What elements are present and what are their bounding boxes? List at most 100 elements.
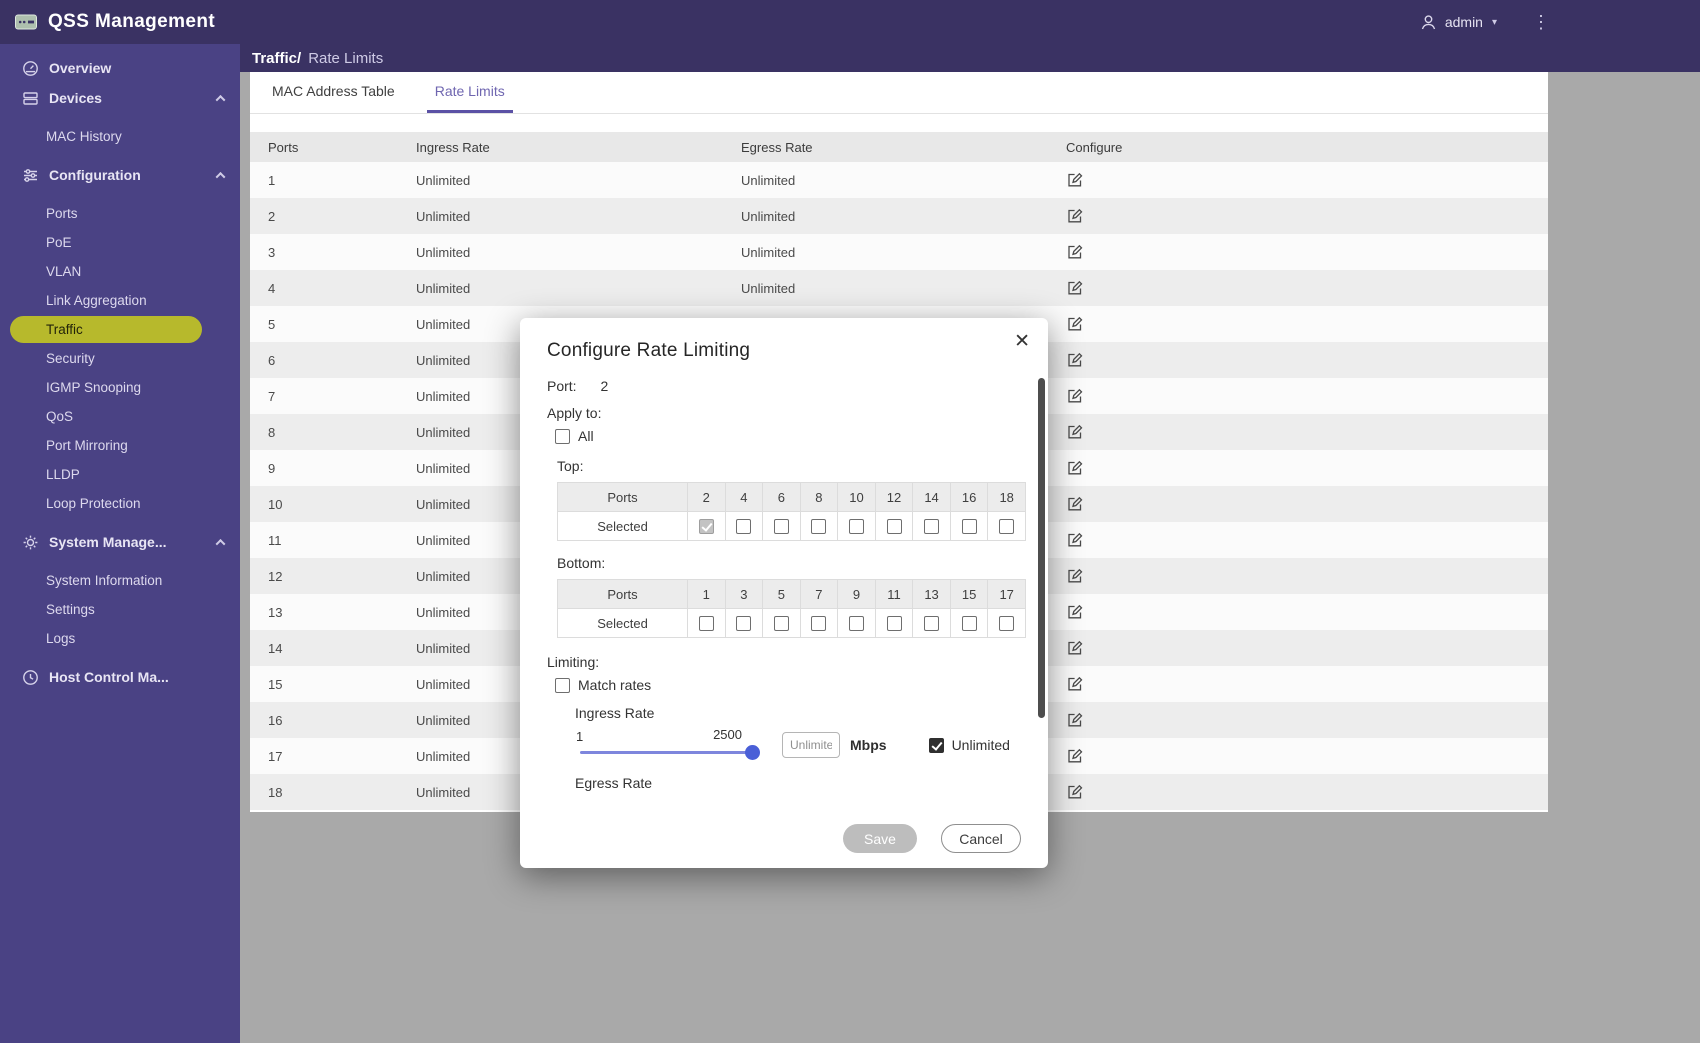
slider-handle[interactable] (745, 745, 760, 760)
port-value: 2 (600, 378, 608, 394)
sidebar-item-qos[interactable]: QoS (0, 402, 240, 431)
port-number: 5 (763, 580, 801, 609)
match-rates-checkbox[interactable] (555, 678, 570, 693)
kebab-menu-icon[interactable]: ⋮ (1532, 12, 1550, 33)
port-checkbox-3[interactable] (736, 616, 751, 631)
port-number: 8 (800, 483, 838, 512)
edit-icon[interactable] (1066, 495, 1084, 513)
breadcrumb-section[interactable]: Traffic/ (252, 50, 301, 67)
sidebar-item-overview[interactable]: Overview (0, 53, 240, 83)
sidebar-item-mac-history[interactable]: MAC History (0, 122, 240, 151)
chevron-down-icon[interactable]: ▾ (1492, 17, 1497, 28)
tab-rate-limits[interactable]: Rate Limits (427, 72, 513, 113)
ports-grid-label: Ports (558, 483, 688, 512)
edit-icon[interactable] (1066, 747, 1084, 765)
port-checkbox-cell (875, 609, 913, 638)
port-checkbox-14[interactable] (924, 519, 939, 534)
port-checkbox-6[interactable] (774, 519, 789, 534)
port-checkbox-18[interactable] (999, 519, 1014, 534)
sidebar-item-logs[interactable]: Logs (0, 624, 240, 653)
sidebar-item-label: Logs (46, 631, 75, 646)
sidebar-item-host-control-ma[interactable]: Host Control Ma... (0, 662, 240, 692)
sidebar-item-label: MAC History (46, 129, 122, 144)
cell-configure (1048, 198, 1548, 234)
sidebar-item-settings[interactable]: Settings (0, 595, 240, 624)
close-icon[interactable]: ✕ (1014, 332, 1030, 351)
sidebar-item-port-mirroring[interactable]: Port Mirroring (0, 431, 240, 460)
sidebar-item-devices[interactable]: Devices (0, 83, 240, 113)
edit-icon[interactable] (1066, 711, 1084, 729)
port-checkbox-10[interactable] (849, 519, 864, 534)
sidebar-item-loop-protection[interactable]: Loop Protection (0, 489, 240, 518)
sidebar-item-security[interactable]: Security (0, 344, 240, 373)
edit-icon[interactable] (1066, 423, 1084, 441)
cell-configure (1048, 378, 1548, 414)
sidebar-item-igmp-snooping[interactable]: IGMP Snooping (0, 373, 240, 402)
port-checkbox-15[interactable] (962, 616, 977, 631)
ingress-rate-controls: 1 2500 Mbps Unlimited (580, 723, 1018, 767)
slider-max-label: 2500 (713, 727, 742, 742)
port-checkbox-8[interactable] (811, 519, 826, 534)
sidebar-item-lldp[interactable]: LLDP (0, 460, 240, 489)
sidebar-item-ports[interactable]: Ports (0, 199, 240, 228)
user-name[interactable]: admin (1445, 14, 1483, 30)
cancel-button[interactable]: Cancel (941, 824, 1021, 853)
port-number: 7 (800, 580, 838, 609)
cell-port: 12 (250, 558, 398, 594)
sidebar-item-traffic[interactable]: Traffic (10, 316, 202, 343)
edit-icon[interactable] (1066, 315, 1084, 333)
ingress-rate-label: Ingress Rate (575, 705, 1018, 721)
sidebar-item-label: QoS (46, 409, 73, 424)
port-checkbox-16[interactable] (962, 519, 977, 534)
save-button[interactable]: Save (843, 824, 917, 853)
cell-configure (1048, 630, 1548, 666)
port-checkbox-5[interactable] (774, 616, 789, 631)
cell-ingress: Unlimited (398, 270, 723, 306)
port-checkbox-9[interactable] (849, 616, 864, 631)
egress-rate-label: Egress Rate (575, 775, 1018, 791)
sidebar-item-link-aggregation[interactable]: Link Aggregation (0, 286, 240, 315)
edit-icon[interactable] (1066, 675, 1084, 693)
sidebar-item-system-information[interactable]: System Information (0, 566, 240, 595)
edit-icon[interactable] (1066, 459, 1084, 477)
modal-scrollbar[interactable] (1038, 378, 1045, 718)
port-checkbox-2[interactable] (699, 519, 714, 534)
sidebar-item-vlan[interactable]: VLAN (0, 257, 240, 286)
port-checkbox-13[interactable] (924, 616, 939, 631)
tab-mac-address-table[interactable]: MAC Address Table (264, 72, 403, 113)
edit-icon[interactable] (1066, 639, 1084, 657)
sidebar-item-configuration[interactable]: Configuration (0, 160, 240, 190)
edit-icon[interactable] (1066, 207, 1084, 225)
edit-icon[interactable] (1066, 171, 1084, 189)
port-checkbox-12[interactable] (887, 519, 902, 534)
port-checkbox-1[interactable] (699, 616, 714, 631)
port-number: 13 (913, 580, 951, 609)
edit-icon[interactable] (1066, 603, 1084, 621)
configuration-icon (22, 167, 39, 184)
port-checkbox-17[interactable] (999, 616, 1014, 631)
port-checkbox-cell (725, 512, 763, 541)
slider-track[interactable] (580, 751, 752, 754)
sidebar-item-poe[interactable]: PoE (0, 228, 240, 257)
port-checkbox-4[interactable] (736, 519, 751, 534)
top-label: Top: (547, 458, 1018, 474)
sidebar-item-label: Host Control Ma... (49, 669, 169, 685)
edit-icon[interactable] (1066, 243, 1084, 261)
sidebar-item-label: Overview (49, 60, 111, 76)
sidebar-item-system-manage[interactable]: System Manage... (0, 527, 240, 557)
all-checkbox[interactable] (555, 429, 570, 444)
sidebar-item-label: LLDP (46, 467, 80, 482)
edit-icon[interactable] (1066, 531, 1084, 549)
edit-icon[interactable] (1066, 783, 1084, 801)
edit-icon[interactable] (1066, 567, 1084, 585)
port-checkbox-7[interactable] (811, 616, 826, 631)
unlimited-checkbox[interactable] (929, 738, 944, 753)
edit-icon[interactable] (1066, 387, 1084, 405)
rate-value-input[interactable] (782, 732, 840, 758)
edit-icon[interactable] (1066, 351, 1084, 369)
port-checkbox-11[interactable] (887, 616, 902, 631)
edit-icon[interactable] (1066, 279, 1084, 297)
topbar-user-area: admin ▾ ⋮ (1419, 12, 1550, 33)
sidebar-item-label: Port Mirroring (46, 438, 128, 453)
cell-configure (1048, 738, 1548, 774)
